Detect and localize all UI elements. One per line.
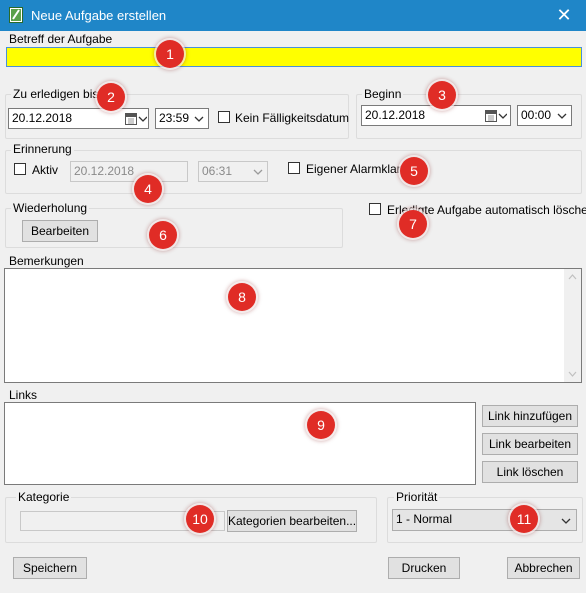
annotation-badge: 2 — [97, 83, 125, 111]
annotation-badge: 6 — [149, 221, 177, 249]
edit-icon — [9, 7, 23, 23]
notes-label: Bemerkungen — [9, 254, 84, 268]
recurrence-group-label: Wiederholung — [11, 201, 90, 215]
annotation-badge: 4 — [134, 175, 162, 203]
due-group-label: Zu erledigen bis... — [11, 87, 111, 101]
close-icon[interactable]: ✕ — [551, 4, 577, 26]
start-time-value: 00:00 — [521, 108, 552, 122]
auto-delete-checkbox[interactable] — [369, 203, 381, 215]
chevron-down-icon — [253, 169, 263, 175]
category-group-label: Kategorie — [16, 490, 72, 504]
due-time-value: 23:59 — [159, 111, 190, 125]
cancel-button[interactable]: Abbrechen — [507, 557, 580, 579]
no-due-date-label: Kein Fälligkeitsdatum — [235, 111, 350, 125]
reminder-group-label: Erinnerung — [11, 142, 74, 156]
priority-value: 1 - Normal — [396, 512, 453, 526]
links-list[interactable] — [4, 402, 476, 485]
scroll-down-icon[interactable] — [568, 371, 577, 377]
due-date-value: 20.12.2018 — [12, 111, 73, 125]
priority-select[interactable]: 1 - Normal — [392, 509, 577, 531]
no-due-date-checkbox[interactable] — [218, 111, 230, 123]
annotation-badge: 10 — [186, 505, 214, 533]
reminder-date-value: 20.12.2018 — [74, 164, 135, 178]
priority-group-label: Priorität — [394, 490, 440, 504]
start-time-select[interactable]: 00:00 — [517, 105, 572, 126]
notes-textarea[interactable] — [4, 268, 582, 383]
save-button[interactable]: Speichern — [13, 557, 87, 579]
annotation-badge: 3 — [428, 81, 456, 109]
annotation-badge: 11 — [510, 505, 538, 533]
chevron-down-icon — [561, 518, 571, 524]
recurrence-edit-button[interactable]: Bearbeiten — [22, 220, 98, 242]
link-edit-button[interactable]: Link bearbeiten — [482, 433, 578, 455]
calendar-dropdown-icon[interactable] — [123, 109, 148, 128]
categories-edit-button[interactable]: Kategorien bearbeiten... — [227, 510, 357, 532]
chevron-down-icon — [557, 113, 567, 119]
scroll-up-icon[interactable] — [568, 274, 577, 280]
link-add-button[interactable]: Link hinzufügen — [482, 405, 578, 427]
annotation-badge: 9 — [307, 411, 335, 439]
window-title: Neue Aufgabe erstellen — [31, 8, 167, 23]
subject-label: Betreff der Aufgabe — [9, 32, 113, 46]
links-label: Links — [9, 388, 38, 402]
reminder-time-select[interactable]: 06:31 — [198, 161, 268, 182]
start-date-value: 20.12.2018 — [365, 108, 426, 122]
reminder-active-label: Aktiv — [32, 163, 59, 177]
calendar-dropdown-icon[interactable] — [482, 106, 510, 125]
reminder-time-value: 06:31 — [202, 164, 233, 178]
chevron-down-icon — [194, 116, 204, 122]
own-alarm-sound-checkbox[interactable] — [288, 162, 300, 174]
due-date-picker[interactable]: 20.12.2018 — [8, 108, 149, 129]
link-delete-button[interactable]: Link löschen — [482, 461, 578, 483]
reminder-active-checkbox[interactable] — [14, 163, 26, 175]
reminder-date-picker[interactable]: 20.12.2018 — [70, 161, 188, 182]
annotation-badge: 1 — [156, 40, 184, 68]
own-alarm-sound-label: Eigener Alarmklang — [306, 162, 411, 176]
start-group-label: Beginn — [362, 87, 404, 101]
subject-input[interactable] — [6, 47, 582, 67]
print-button[interactable]: Drucken — [388, 557, 460, 579]
start-date-picker[interactable]: 20.12.2018 — [361, 105, 511, 126]
notes-scrollbar[interactable] — [564, 269, 581, 382]
annotation-badge: 7 — [399, 210, 427, 238]
due-time-select[interactable]: 23:59 — [155, 108, 209, 129]
annotation-badge: 8 — [228, 283, 256, 311]
title-bar: Neue Aufgabe erstellen ✕ — [0, 0, 586, 31]
annotation-badge: 5 — [400, 157, 428, 185]
